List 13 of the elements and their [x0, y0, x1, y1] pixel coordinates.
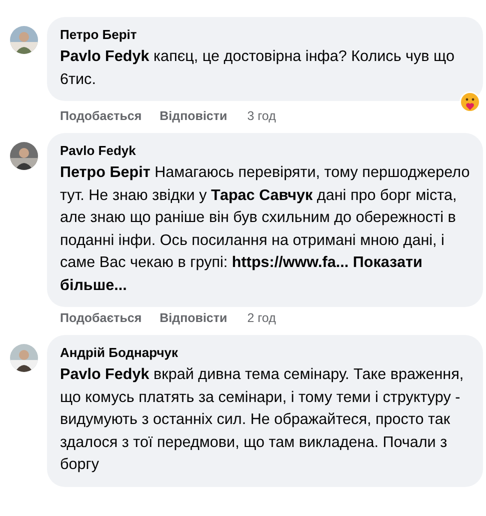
hug-emoji-icon[interactable] [459, 91, 481, 113]
comment-time: 2 год [247, 311, 276, 325]
comment-time: 3 год [247, 109, 276, 123]
author-name[interactable]: Петро Беріт [60, 26, 471, 44]
comment-text: Петро Беріт Намагаюсь перевіряти, тому першоджерело тут. Не знаю звідки у Тарас Савчук дані про борг міста, але знаю що раніше він був схильним до обережності в поданні інфи. Ось посилання на отримані мною дані, і саме Вас чекаю в групі: https://www.fa... Показати більше... [60, 163, 471, 296]
like-link[interactable]: Подобається [60, 109, 142, 123]
comment-text: Pavlo Fedyk вкрай дивна тема семінару. Таке враження, що комусь платять за семінари, і тому теми і структуру - видумують з останніх сил. Не ображайтеся, просто так здалося з тої передмови, що там викладена. Почали з боргу [60, 365, 465, 475]
author-name[interactable]: Pavlo Fedyk [60, 142, 471, 160]
author-name[interactable]: Андрій Боднарчук [60, 344, 471, 362]
reply-link[interactable]: Відповісти [160, 109, 228, 123]
reply-link[interactable]: Відповісти [160, 311, 228, 325]
comment-text: Pavlo Fedyk капєц, це достовірна інфа? Колись чув що 6тис. [60, 47, 456, 90]
like-link[interactable]: Подобається [60, 311, 142, 325]
